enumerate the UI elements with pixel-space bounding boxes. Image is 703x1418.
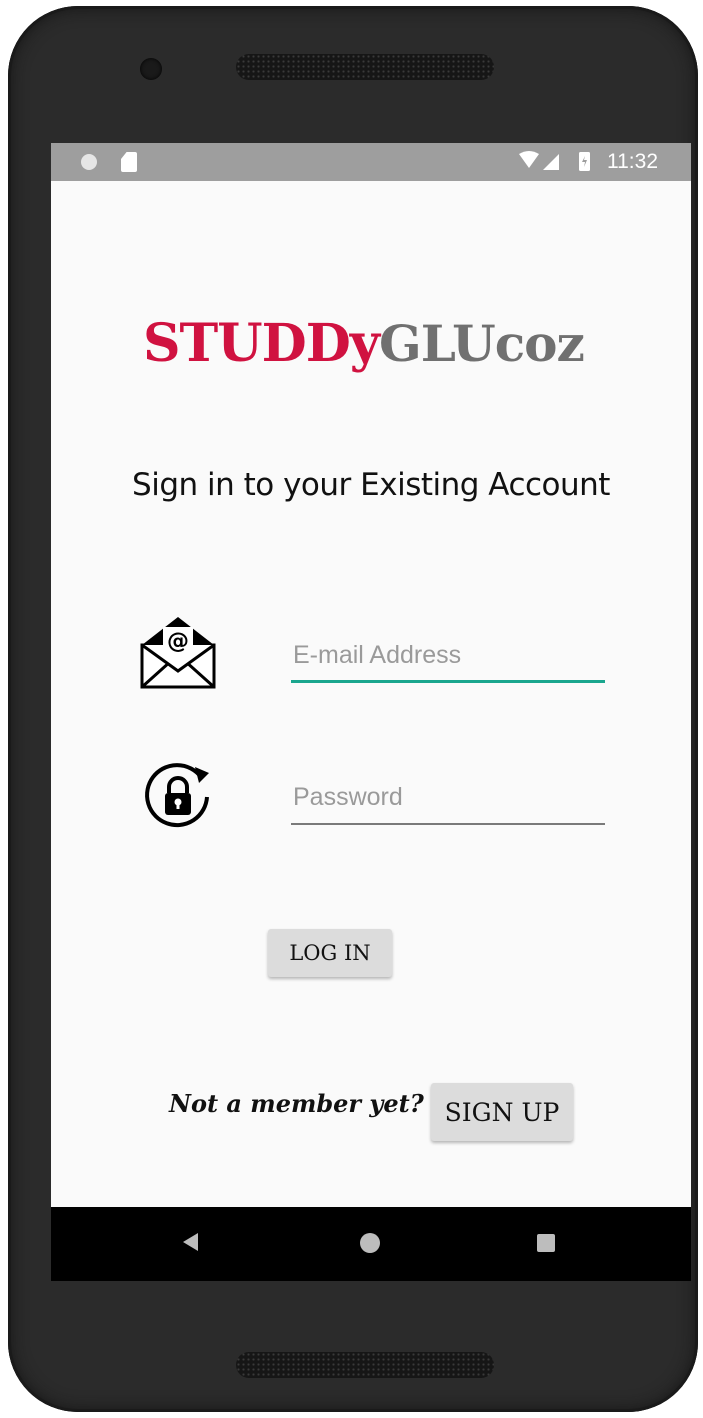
email-input[interactable] [291,635,609,675]
recents-icon[interactable] [537,1234,555,1252]
logo-part-glucoz: GLUcoz [379,314,585,373]
signup-button[interactable]: SIGN UP [431,1083,573,1141]
back-icon[interactable] [183,1233,198,1251]
email-envelope-icon: @ [139,613,217,691]
password-field[interactable] [291,777,609,825]
email-field[interactable] [291,635,609,683]
svg-text:@: @ [167,629,189,654]
wifi-icon [519,151,539,168]
page-title: Sign in to your Existing Account [132,467,610,503]
status-time: 11:32 [607,150,658,173]
screen: 11:32 STUDDyGLUcoz Sign in to your Exist… [51,143,691,1281]
phone-frame: 11:32 STUDDyGLUcoz Sign in to your Exist… [8,6,698,1412]
signal-icon [543,154,559,170]
not-member-text: Not a member yet? [169,1089,424,1118]
home-icon[interactable] [360,1233,380,1253]
app-logo: STUDDyGLUcoz [143,313,585,374]
login-button[interactable]: LOG IN [268,929,392,977]
logo-part-studdy: STUDDy [143,313,380,374]
status-bar: 11:32 [51,143,691,181]
front-camera [140,58,162,80]
top-speaker [236,54,494,80]
email-underline [291,680,605,683]
navigation-bar [51,1207,691,1281]
sd-card-icon [121,152,137,172]
password-lock-icon [139,757,217,835]
password-input[interactable] [291,777,609,817]
password-underline [291,823,605,825]
notification-dot-icon [81,154,97,170]
bottom-speaker [236,1352,494,1378]
status-icons [519,151,590,171]
